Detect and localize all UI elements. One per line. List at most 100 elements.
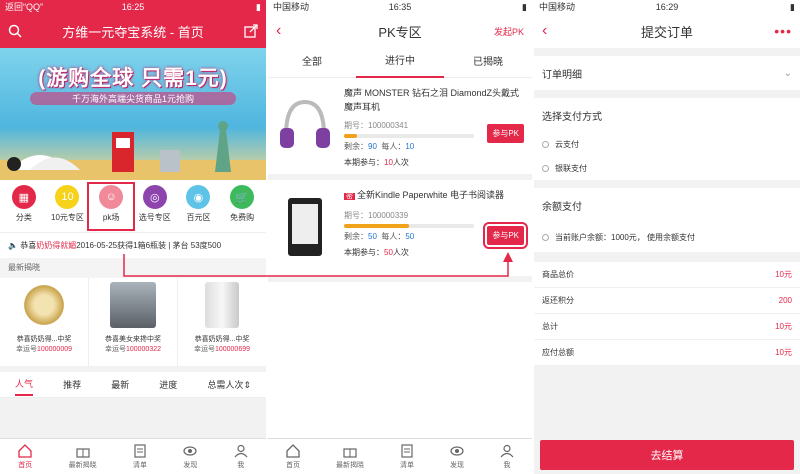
start-pk-button[interactable]: 发起PK — [494, 25, 524, 38]
pk-product[interactable]: 密全新Kindle Paperwhite 电子书阅读器 期号：100000339… — [268, 180, 532, 282]
tab-label: 总需人次 — [207, 380, 244, 390]
category-pk[interactable]: ☺ pk场 — [87, 182, 136, 231]
lucky-label: 幸运号 — [104, 346, 126, 353]
participate-unit: 人次 — [392, 158, 409, 167]
category-classify[interactable]: ▦ 分类 — [3, 185, 45, 228]
category-label: 百元区 — [186, 213, 211, 222]
summary-value: 10元 — [775, 270, 792, 279]
latest-item-title: 恭喜美女来搀中奖 — [105, 336, 161, 343]
pk-screen: 中国移动 16:35 ▮ ‹ PK专区 发起PK 全部 进行中 已揭晓 魔声 M… — [268, 0, 532, 474]
order-screen: 中国移动 16:29 ▮ ‹ 提交订单 ••• 订单明细 ⌄ 选择支付方式 云支付… — [534, 0, 800, 474]
target-icon: ◎ — [142, 185, 167, 209]
tabbar-label: 最新揭晓 — [336, 461, 364, 469]
home-icon — [18, 443, 32, 458]
pk-product[interactable]: 魔声 MONSTER 钻石之泪 DiamondZ头戴式魔声耳机 期号：10000… — [268, 78, 532, 180]
category-label: 10元专区 — [51, 213, 84, 222]
radio-icon — [542, 140, 549, 148]
product-name: 魔声 MONSTER 钻石之泪 DiamondZ头戴式魔声耳机 — [344, 88, 520, 112]
summary-key: 商品总价 — [542, 270, 574, 279]
latest-item-title: 恭喜奶奶得...中奖 — [16, 336, 72, 343]
share-icon[interactable] — [244, 24, 258, 38]
pay-option-cloud[interactable]: 云支付 — [534, 132, 800, 156]
summary-row: 返还积分 200 — [534, 288, 800, 314]
people-label: 每人： — [381, 142, 406, 151]
period-number: 100000339 — [368, 211, 409, 220]
more-icon[interactable]: ••• — [774, 23, 792, 39]
back-icon[interactable]: ‹ — [542, 22, 547, 40]
tab-revealed[interactable]: 已揭晓 — [444, 49, 532, 77]
ten-icon: 10 — [55, 185, 80, 209]
tabbar-list[interactable]: 清单 — [400, 443, 414, 470]
participate-value: 10 — [384, 158, 393, 167]
tabbar-latest[interactable]: 最新揭晓 — [69, 444, 97, 470]
period-label: 期号： — [344, 121, 368, 130]
tabbar-latest[interactable]: 最新揭晓 — [336, 444, 364, 470]
remain-value: 90 — [368, 142, 377, 151]
order-detail-toggle[interactable]: 订单明细 ⌄ — [534, 56, 800, 90]
sort-icon: ⇕ — [243, 380, 251, 390]
tabbar-me[interactable]: 我 — [500, 444, 514, 470]
summary-row: 应付总额 10元 — [534, 340, 800, 366]
checkout-button[interactable]: 去结算 — [540, 440, 794, 470]
tabbar-label: 清单 — [400, 461, 414, 469]
list-icon — [134, 443, 146, 458]
tabbar-label: 最新揭晓 — [68, 461, 97, 469]
summary-key: 总计 — [542, 322, 558, 331]
tabbar-home[interactable]: 首页 — [286, 443, 300, 470]
back-icon[interactable]: ‹ — [276, 22, 281, 40]
list-icon — [401, 443, 413, 458]
tabbar-discover[interactable]: 发现 — [183, 444, 197, 470]
tab-popular[interactable]: 人气 — [15, 374, 34, 396]
latest-item[interactable]: 恭喜奶奶得...中奖 幸运号100000009 — [0, 278, 89, 366]
progress-bar — [344, 134, 474, 138]
sort-tabs: 人气 推荐 最新 进度 总需人次⇕ — [0, 372, 266, 398]
category-100-yuan[interactable]: ◉ 百元区 — [177, 185, 219, 228]
tabbar-me[interactable]: 我 — [234, 444, 248, 470]
people-label: 每人： — [381, 232, 406, 241]
home-icon — [286, 443, 300, 458]
balance-option[interactable]: 当前账户余额：1000元， 使用余额支付 — [534, 222, 800, 252]
lucky-number: 100000699 — [214, 346, 251, 353]
gift-icon — [343, 447, 357, 458]
watch-image — [21, 282, 67, 328]
search-icon[interactable] — [8, 24, 22, 38]
latest-item[interactable]: 恭喜美女来搀中奖 幸运号100000322 — [89, 278, 178, 366]
tab-recommend[interactable]: 推荐 — [63, 378, 81, 391]
tab-newest[interactable]: 最新 — [111, 378, 129, 391]
pay-option-label: 云支付 — [555, 139, 579, 149]
summary-value: 10元 — [775, 322, 792, 331]
tab-all[interactable]: 全部 — [268, 49, 356, 77]
latest-item[interactable]: 恭喜奶奶得...中奖 幸运号100000699 — [178, 278, 266, 366]
headphones-image — [280, 99, 330, 148]
participate-label: 本期参与： — [344, 158, 384, 167]
eye-icon — [183, 445, 197, 456]
participate-value: 50 — [384, 248, 393, 257]
promo-banner[interactable]: (游购全球 只需1元) 千万海外高端尖货商品1元抢购 — [0, 48, 266, 180]
page-title: 方维一元夺宝系统 - 首页 — [62, 24, 204, 40]
tab-total-required[interactable]: 总需人次⇕ — [207, 378, 251, 391]
chevron-down-icon: ⌄ — [783, 67, 792, 79]
remain-label: 剩余： — [344, 142, 368, 151]
join-pk-button[interactable]: 参与PK — [483, 222, 528, 249]
tab-progress[interactable]: 进度 — [159, 378, 177, 391]
summary-value: 200 — [778, 296, 792, 305]
join-pk-button[interactable]: 参与PK — [487, 124, 524, 143]
pay-method-label: 选择支付方式 — [542, 111, 602, 123]
tabbar-home[interactable]: 首页 — [18, 443, 32, 470]
tabbar-discover[interactable]: 发现 — [450, 444, 464, 470]
secret-tag: 密 — [344, 193, 355, 200]
pay-option-unionpay[interactable]: 银联支付 — [534, 156, 800, 180]
tab-ongoing[interactable]: 进行中 — [356, 48, 444, 78]
grid-icon: ▦ — [11, 185, 36, 209]
summary-key: 应付总额 — [542, 348, 574, 357]
winner-ticker[interactable]: 🔈 恭喜奶奶得就媚2016-05-25获得1箱6瓶装 | 茅台 53度500 — [0, 232, 266, 258]
category-free[interactable]: 🛒 免费购 — [221, 185, 263, 228]
category-10-yuan[interactable]: 10 10元专区 — [46, 185, 88, 228]
category-label: 分类 — [15, 213, 32, 222]
tabbar-list[interactable]: 清单 — [133, 443, 147, 470]
category-pick-number[interactable]: ◎ 选号专区 — [134, 185, 176, 228]
tabbar-label: 发现 — [183, 461, 198, 469]
balance-text: 当前账户余额：1000元， 使用余额支付 — [555, 232, 696, 242]
camera-icon: ◉ — [186, 185, 211, 209]
banner-headline: (游购全球 只需1元) — [38, 67, 228, 90]
